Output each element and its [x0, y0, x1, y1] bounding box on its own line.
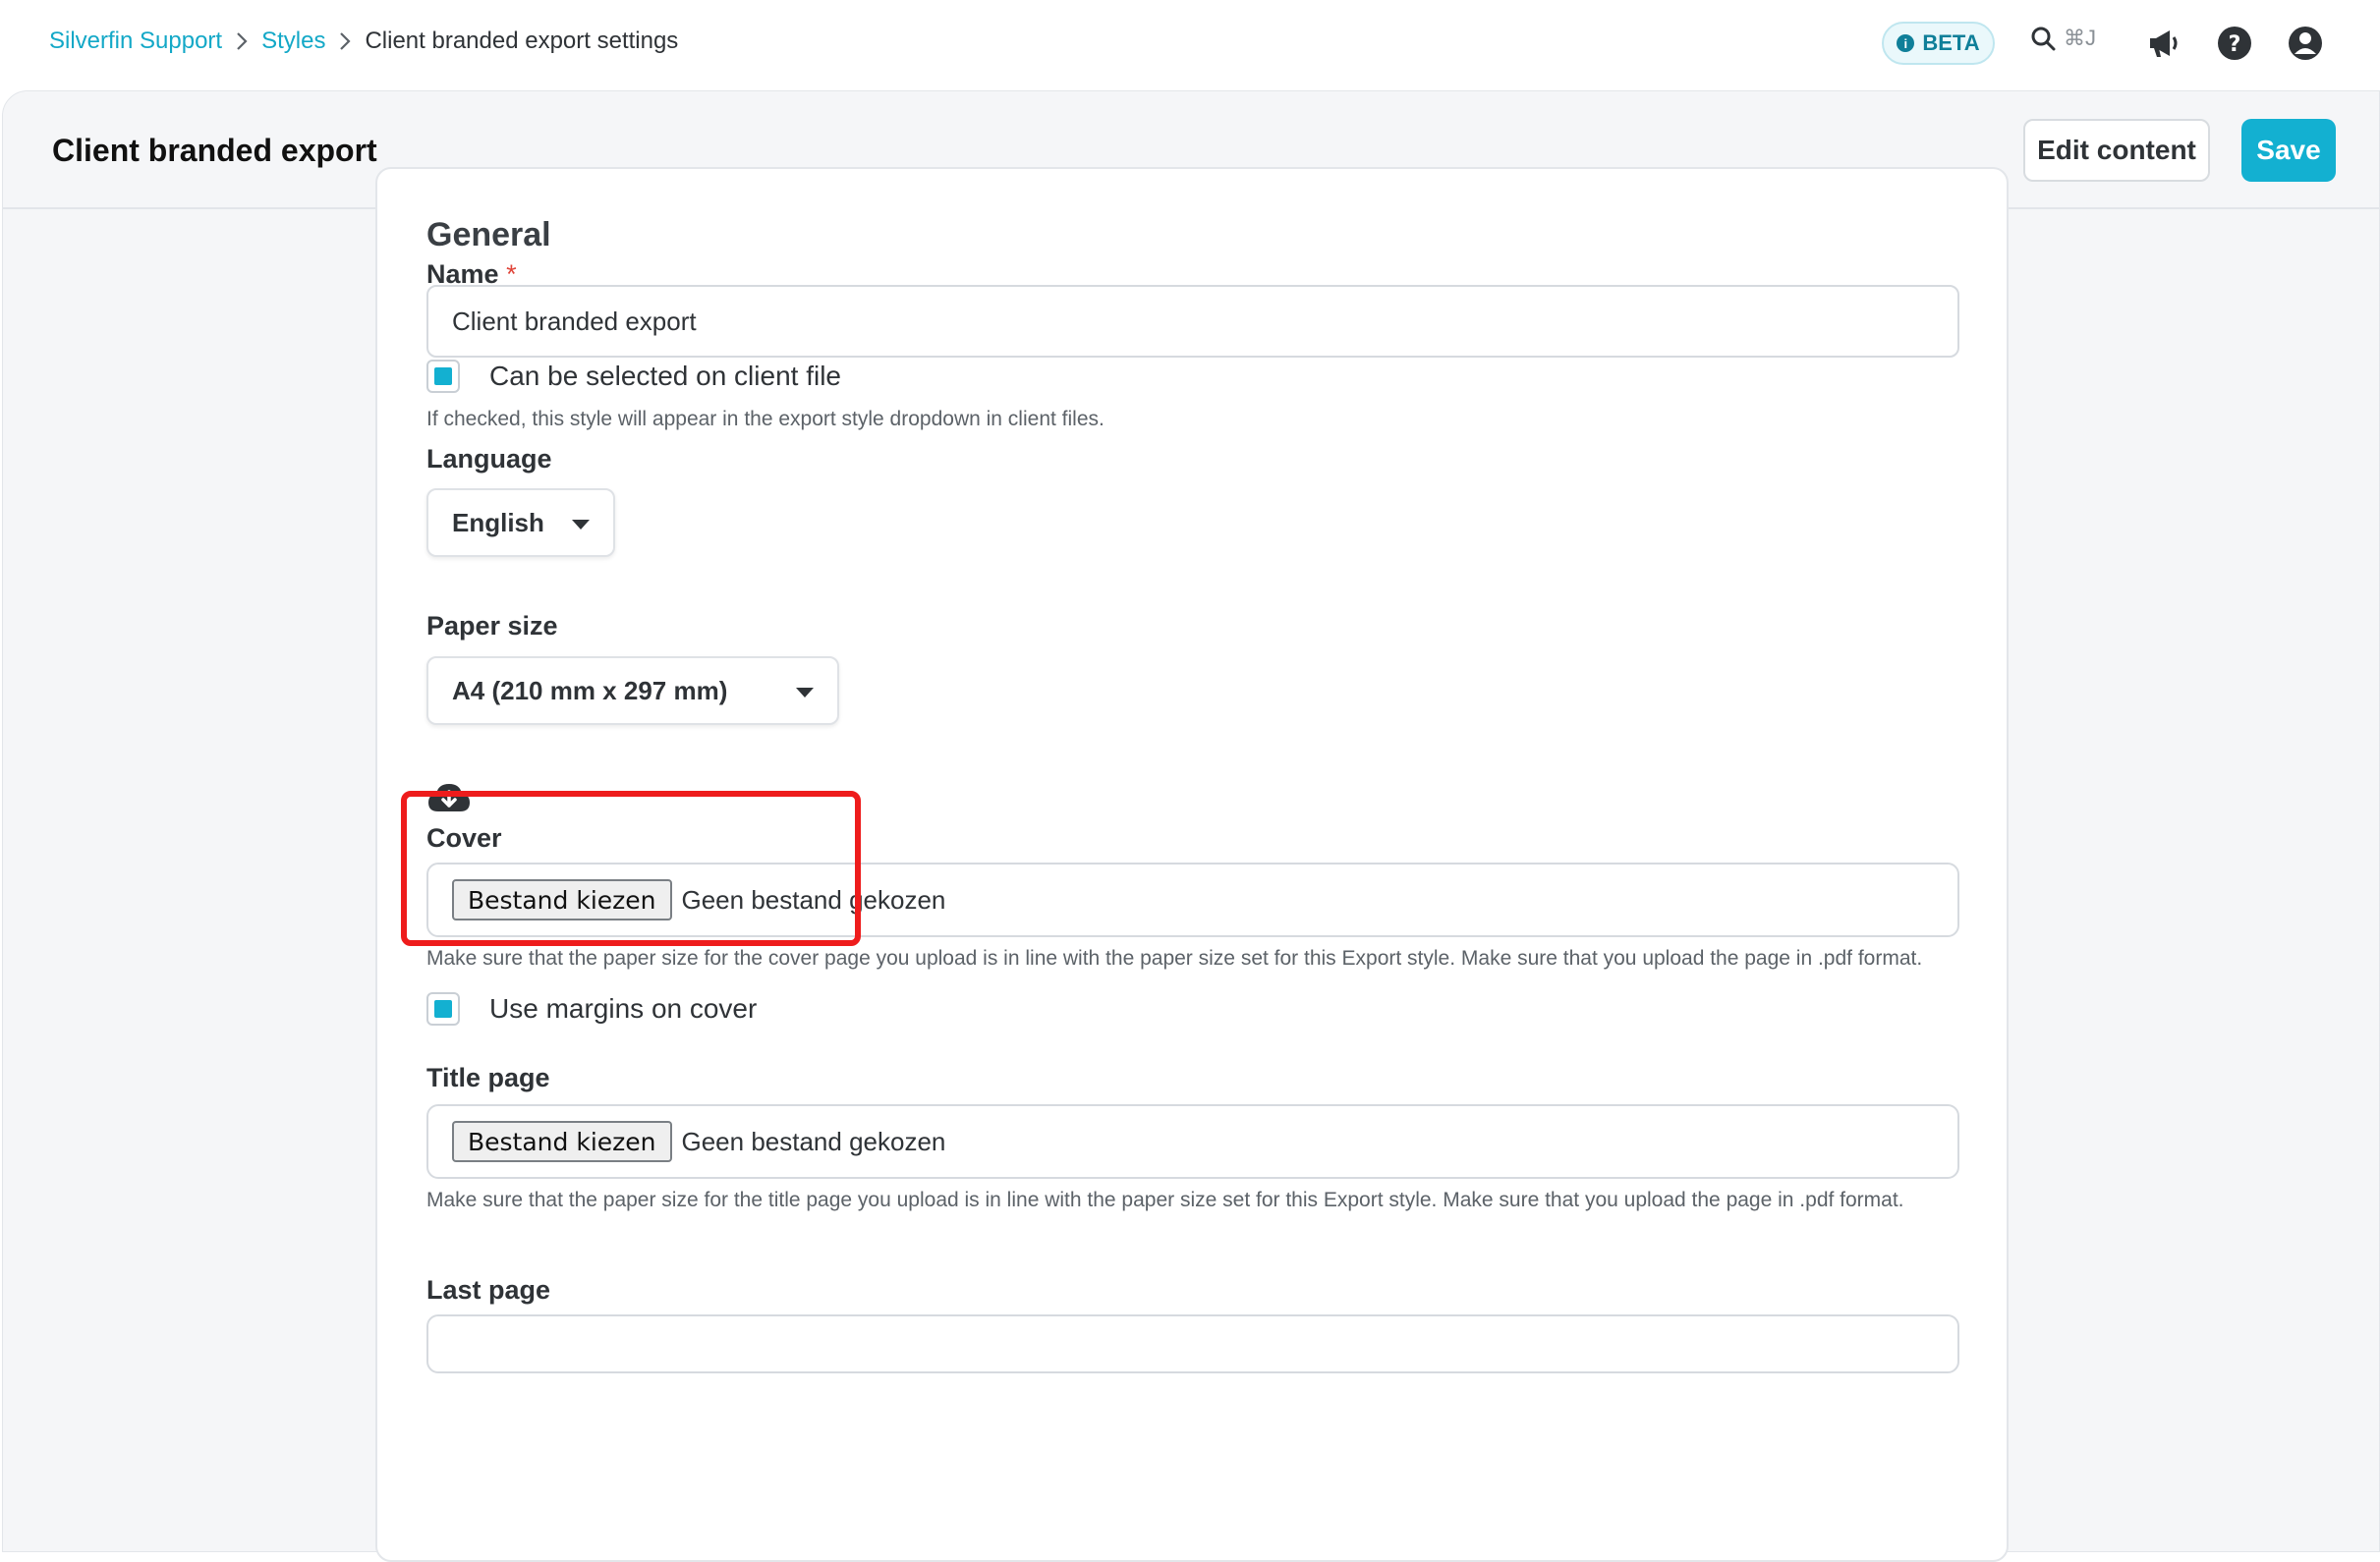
section-title-general: General	[426, 216, 551, 253]
top-navigation: Silverfin Support Styles Client branded …	[0, 0, 2380, 88]
last-page-label: Last page	[426, 1275, 551, 1305]
chevron-right-icon	[222, 30, 261, 52]
caret-down-icon	[796, 688, 814, 697]
search-icon	[2031, 27, 2056, 51]
language-select[interactable]: English	[426, 488, 615, 557]
beta-label: BETA	[1922, 30, 1980, 55]
paper-size-select[interactable]: A4 (210 mm x 297 mm)	[426, 656, 839, 725]
page-title: Client branded export	[52, 133, 377, 168]
paper-size-label: Paper size	[426, 611, 558, 641]
title-page-help-text: Make sure that the paper size for the ti…	[426, 1189, 1904, 1211]
chevron-right-icon	[325, 30, 365, 52]
breadcrumb-link-styles[interactable]: Styles	[261, 28, 325, 55]
client-file-help-text: If checked, this style will appear in th…	[426, 408, 1105, 430]
client-file-checkbox-label: Can be selected on client file	[489, 361, 841, 391]
breadcrumb-current: Client branded export settings	[365, 28, 679, 54]
search-button[interactable]: ⌘J	[2030, 26, 2096, 51]
cover-help-text: Make sure that the paper size for the co…	[426, 947, 1923, 970]
search-shortcut: ⌘J	[2064, 26, 2096, 50]
client-file-checkbox-row[interactable]: Can be selected on client file	[426, 360, 841, 393]
title-page-file-input[interactable]: Bestand kiezen Geen bestand gekozen	[426, 1104, 1959, 1179]
name-input[interactable]	[426, 285, 1959, 358]
checkbox-checked-indicator	[434, 367, 452, 385]
checkbox-checked-indicator	[434, 1000, 452, 1018]
title-page-choose-file-button[interactable]: Bestand kiezen	[452, 1121, 672, 1162]
user-icon[interactable]	[2286, 24, 2325, 63]
help-icon[interactable]: ?	[2215, 24, 2254, 63]
language-label: Language	[426, 444, 552, 474]
margins-checkbox[interactable]	[426, 992, 460, 1026]
title-page-file-status: Geen bestand gekozen	[681, 1126, 946, 1156]
beta-badge[interactable]: i BETA	[1882, 22, 1995, 65]
breadcrumb-link-silverfin-support[interactable]: Silverfin Support	[49, 28, 222, 55]
client-file-checkbox[interactable]	[426, 360, 460, 393]
svg-text:?: ?	[2229, 32, 2241, 57]
title-page-label: Title page	[426, 1063, 550, 1092]
caret-down-icon	[572, 520, 590, 530]
paper-size-select-value: A4 (210 mm x 297 mm)	[452, 675, 728, 705]
paper-size-highlight-box	[401, 791, 861, 946]
margins-checkbox-label: Use margins on cover	[489, 993, 758, 1024]
info-icon: i	[1897, 34, 1915, 52]
last-page-file-input[interactable]	[426, 1314, 1959, 1373]
breadcrumb: Silverfin Support Styles Client branded …	[49, 28, 678, 55]
save-button[interactable]: Save	[2241, 119, 2336, 182]
megaphone-icon[interactable]	[2144, 24, 2183, 63]
language-select-value: English	[452, 507, 544, 537]
edit-content-button[interactable]: Edit content	[2023, 119, 2210, 182]
margins-checkbox-row[interactable]: Use margins on cover	[426, 992, 757, 1026]
